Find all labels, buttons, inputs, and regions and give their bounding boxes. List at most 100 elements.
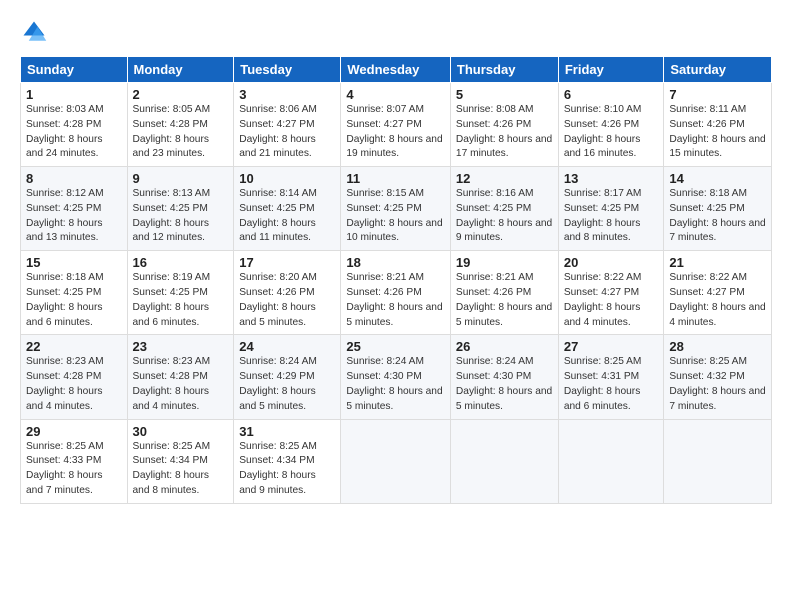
calendar-header-row: SundayMondayTuesdayWednesdayThursdayFrid… (21, 57, 772, 83)
day-info: Sunrise: 8:10 AM Sunset: 4:26 PM Dayligh… (564, 103, 659, 162)
day-number: 11 (346, 171, 445, 186)
calendar-cell: 13Sunrise: 8:17 AM Sunset: 4:25 PM Dayli… (558, 167, 664, 251)
calendar-cell: 22Sunrise: 8:23 AM Sunset: 4:28 PM Dayli… (21, 335, 128, 419)
calendar-cell: 24Sunrise: 8:24 AM Sunset: 4:29 PM Dayli… (234, 335, 341, 419)
day-number: 19 (456, 255, 553, 270)
logo (20, 18, 52, 46)
day-number: 10 (239, 171, 335, 186)
column-header-thursday: Thursday (450, 57, 558, 83)
calendar-cell: 14Sunrise: 8:18 AM Sunset: 4:25 PM Dayli… (664, 167, 772, 251)
day-info: Sunrise: 8:14 AM Sunset: 4:25 PM Dayligh… (239, 187, 335, 246)
day-info: Sunrise: 8:05 AM Sunset: 4:28 PM Dayligh… (133, 103, 229, 162)
calendar: SundayMondayTuesdayWednesdayThursdayFrid… (20, 56, 772, 504)
week-row: 1Sunrise: 8:03 AM Sunset: 4:28 PM Daylig… (21, 83, 772, 167)
day-info: Sunrise: 8:19 AM Sunset: 4:25 PM Dayligh… (133, 271, 229, 330)
day-number: 24 (239, 339, 335, 354)
calendar-cell: 23Sunrise: 8:23 AM Sunset: 4:28 PM Dayli… (127, 335, 234, 419)
day-number: 14 (669, 171, 766, 186)
day-number: 3 (239, 87, 335, 102)
day-info: Sunrise: 8:13 AM Sunset: 4:25 PM Dayligh… (133, 187, 229, 246)
calendar-cell: 8Sunrise: 8:12 AM Sunset: 4:25 PM Daylig… (21, 167, 128, 251)
day-info: Sunrise: 8:18 AM Sunset: 4:25 PM Dayligh… (669, 187, 766, 246)
calendar-cell: 17Sunrise: 8:20 AM Sunset: 4:26 PM Dayli… (234, 251, 341, 335)
calendar-cell: 25Sunrise: 8:24 AM Sunset: 4:30 PM Dayli… (341, 335, 451, 419)
calendar-cell: 7Sunrise: 8:11 AM Sunset: 4:26 PM Daylig… (664, 83, 772, 167)
calendar-cell: 2Sunrise: 8:05 AM Sunset: 4:28 PM Daylig… (127, 83, 234, 167)
column-header-saturday: Saturday (664, 57, 772, 83)
day-number: 13 (564, 171, 659, 186)
day-info: Sunrise: 8:08 AM Sunset: 4:26 PM Dayligh… (456, 103, 553, 162)
day-info: Sunrise: 8:11 AM Sunset: 4:26 PM Dayligh… (669, 103, 766, 162)
day-info: Sunrise: 8:23 AM Sunset: 4:28 PM Dayligh… (26, 355, 122, 414)
day-number: 21 (669, 255, 766, 270)
day-number: 26 (456, 339, 553, 354)
column-header-friday: Friday (558, 57, 664, 83)
day-info: Sunrise: 8:24 AM Sunset: 4:30 PM Dayligh… (346, 355, 445, 414)
calendar-cell (341, 419, 451, 503)
calendar-cell: 16Sunrise: 8:19 AM Sunset: 4:25 PM Dayli… (127, 251, 234, 335)
day-number: 30 (133, 424, 229, 439)
day-number: 22 (26, 339, 122, 354)
day-number: 16 (133, 255, 229, 270)
day-number: 20 (564, 255, 659, 270)
week-row: 8Sunrise: 8:12 AM Sunset: 4:25 PM Daylig… (21, 167, 772, 251)
day-number: 5 (456, 87, 553, 102)
day-info: Sunrise: 8:21 AM Sunset: 4:26 PM Dayligh… (456, 271, 553, 330)
day-number: 8 (26, 171, 122, 186)
week-row: 22Sunrise: 8:23 AM Sunset: 4:28 PM Dayli… (21, 335, 772, 419)
calendar-cell: 9Sunrise: 8:13 AM Sunset: 4:25 PM Daylig… (127, 167, 234, 251)
day-info: Sunrise: 8:25 AM Sunset: 4:34 PM Dayligh… (133, 440, 229, 499)
calendar-cell: 30Sunrise: 8:25 AM Sunset: 4:34 PM Dayli… (127, 419, 234, 503)
page: SundayMondayTuesdayWednesdayThursdayFrid… (0, 0, 792, 612)
day-info: Sunrise: 8:20 AM Sunset: 4:26 PM Dayligh… (239, 271, 335, 330)
day-info: Sunrise: 8:24 AM Sunset: 4:29 PM Dayligh… (239, 355, 335, 414)
calendar-cell: 12Sunrise: 8:16 AM Sunset: 4:25 PM Dayli… (450, 167, 558, 251)
day-info: Sunrise: 8:24 AM Sunset: 4:30 PM Dayligh… (456, 355, 553, 414)
calendar-cell: 26Sunrise: 8:24 AM Sunset: 4:30 PM Dayli… (450, 335, 558, 419)
logo-icon (20, 18, 48, 46)
calendar-cell: 21Sunrise: 8:22 AM Sunset: 4:27 PM Dayli… (664, 251, 772, 335)
day-number: 17 (239, 255, 335, 270)
day-number: 12 (456, 171, 553, 186)
day-number: 29 (26, 424, 122, 439)
calendar-cell: 10Sunrise: 8:14 AM Sunset: 4:25 PM Dayli… (234, 167, 341, 251)
day-info: Sunrise: 8:03 AM Sunset: 4:28 PM Dayligh… (26, 103, 122, 162)
calendar-cell (450, 419, 558, 503)
calendar-cell: 20Sunrise: 8:22 AM Sunset: 4:27 PM Dayli… (558, 251, 664, 335)
calendar-cell (664, 419, 772, 503)
day-info: Sunrise: 8:25 AM Sunset: 4:34 PM Dayligh… (239, 440, 335, 499)
week-row: 15Sunrise: 8:18 AM Sunset: 4:25 PM Dayli… (21, 251, 772, 335)
day-info: Sunrise: 8:15 AM Sunset: 4:25 PM Dayligh… (346, 187, 445, 246)
calendar-cell: 27Sunrise: 8:25 AM Sunset: 4:31 PM Dayli… (558, 335, 664, 419)
column-header-tuesday: Tuesday (234, 57, 341, 83)
day-number: 18 (346, 255, 445, 270)
calendar-cell: 18Sunrise: 8:21 AM Sunset: 4:26 PM Dayli… (341, 251, 451, 335)
day-info: Sunrise: 8:25 AM Sunset: 4:33 PM Dayligh… (26, 440, 122, 499)
calendar-cell: 31Sunrise: 8:25 AM Sunset: 4:34 PM Dayli… (234, 419, 341, 503)
day-info: Sunrise: 8:23 AM Sunset: 4:28 PM Dayligh… (133, 355, 229, 414)
calendar-cell: 5Sunrise: 8:08 AM Sunset: 4:26 PM Daylig… (450, 83, 558, 167)
header (20, 18, 772, 46)
day-info: Sunrise: 8:07 AM Sunset: 4:27 PM Dayligh… (346, 103, 445, 162)
day-number: 23 (133, 339, 229, 354)
day-number: 7 (669, 87, 766, 102)
day-info: Sunrise: 8:06 AM Sunset: 4:27 PM Dayligh… (239, 103, 335, 162)
column-header-monday: Monday (127, 57, 234, 83)
day-number: 6 (564, 87, 659, 102)
day-info: Sunrise: 8:18 AM Sunset: 4:25 PM Dayligh… (26, 271, 122, 330)
day-number: 27 (564, 339, 659, 354)
day-number: 28 (669, 339, 766, 354)
day-info: Sunrise: 8:22 AM Sunset: 4:27 PM Dayligh… (564, 271, 659, 330)
calendar-cell (558, 419, 664, 503)
day-info: Sunrise: 8:25 AM Sunset: 4:31 PM Dayligh… (564, 355, 659, 414)
day-info: Sunrise: 8:17 AM Sunset: 4:25 PM Dayligh… (564, 187, 659, 246)
calendar-cell: 15Sunrise: 8:18 AM Sunset: 4:25 PM Dayli… (21, 251, 128, 335)
calendar-cell: 28Sunrise: 8:25 AM Sunset: 4:32 PM Dayli… (664, 335, 772, 419)
calendar-cell: 3Sunrise: 8:06 AM Sunset: 4:27 PM Daylig… (234, 83, 341, 167)
week-row: 29Sunrise: 8:25 AM Sunset: 4:33 PM Dayli… (21, 419, 772, 503)
day-number: 4 (346, 87, 445, 102)
day-info: Sunrise: 8:21 AM Sunset: 4:26 PM Dayligh… (346, 271, 445, 330)
day-number: 31 (239, 424, 335, 439)
calendar-cell: 4Sunrise: 8:07 AM Sunset: 4:27 PM Daylig… (341, 83, 451, 167)
calendar-cell: 11Sunrise: 8:15 AM Sunset: 4:25 PM Dayli… (341, 167, 451, 251)
